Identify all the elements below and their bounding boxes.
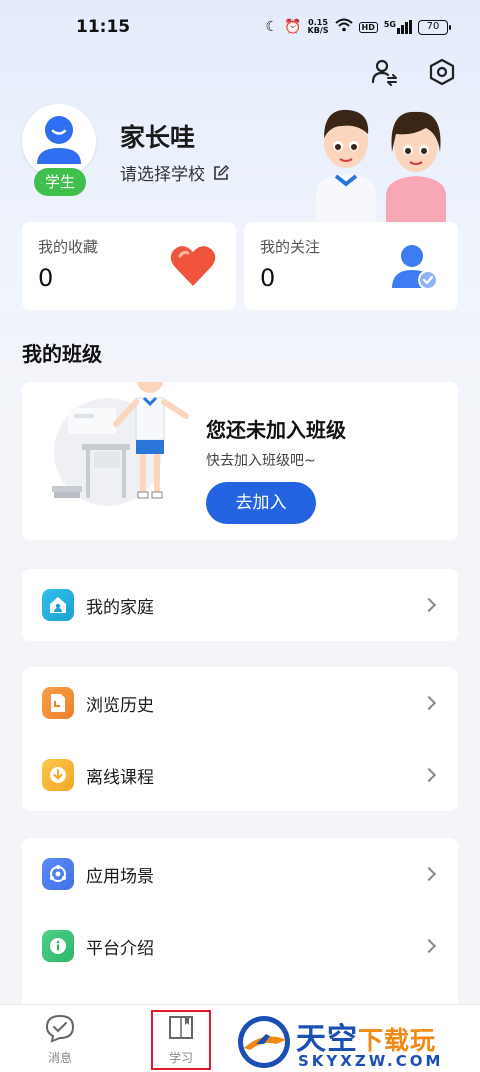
user-name: 家长哇: [120, 123, 196, 152]
menu-label-platform: 平台介绍: [86, 938, 154, 959]
wifi-icon: [334, 18, 353, 36]
chevron-right-icon: [421, 866, 437, 882]
favorites-card[interactable]: 我的收藏 0: [22, 222, 236, 310]
follows-label: 我的关注: [260, 238, 321, 256]
user-avatar-icon: [37, 116, 81, 164]
class-empty-subtitle: 快去加入班级吧~: [206, 453, 316, 469]
watermark-domain: SKYXZW.COM: [298, 1052, 444, 1070]
signal-icon: 5G: [384, 20, 412, 34]
alarm-icon: ⏰: [284, 19, 302, 35]
menu-group-history: 浏览历史 离线课程: [22, 667, 458, 811]
my-class-heading: 我的班级: [22, 342, 102, 366]
switch-account-button[interactable]: [368, 56, 400, 88]
status-icons: ☾ ⏰ 0.15 KB/S HD 5G 70: [265, 18, 451, 36]
home-icon: [42, 589, 74, 621]
menu-label-history: 浏览历史: [86, 695, 154, 716]
menu-item-offline[interactable]: 离线课程: [22, 739, 458, 811]
class-empty-title: 您还未加入班级: [206, 418, 346, 442]
moon-icon: ☾: [265, 19, 279, 35]
heart-icon: [170, 246, 216, 286]
signal-label: 5G: [383, 20, 396, 29]
menu-group-apps: 应用场景 平台介绍: [22, 838, 458, 1008]
net-speed: 0.15 KB/S: [308, 19, 329, 35]
settings-hexagon-icon: [429, 58, 455, 86]
select-school-link[interactable]: 请选择学校: [120, 160, 229, 185]
nav-tab-messages[interactable]: 消息: [30, 1013, 90, 1066]
follows-card[interactable]: 我的关注 0: [244, 222, 458, 310]
airplane-logo-icon: [238, 1016, 290, 1068]
chevron-right-icon: [421, 767, 437, 783]
favorites-label: 我的收藏: [38, 238, 99, 256]
chevron-right-icon: [421, 938, 437, 954]
school-prompt: 请选择学校: [120, 165, 205, 185]
kids-illustration: [316, 109, 446, 226]
menu-label-offline: 离线课程: [86, 767, 154, 788]
menu-item-family[interactable]: 我的家庭: [22, 569, 458, 641]
menu-item-scenes[interactable]: 应用场景: [22, 838, 458, 910]
my-class-card: 您还未加入班级 快去加入班级吧~ 去加入: [22, 382, 458, 540]
scenes-icon: [42, 858, 74, 890]
user-follow-icon: [392, 245, 438, 290]
download-icon: [42, 759, 74, 791]
net-speed-unit: KB/S: [307, 26, 329, 35]
settings-button[interactable]: [426, 56, 458, 88]
battery-icon: 70: [418, 19, 451, 35]
hd-badge: HD: [358, 21, 378, 33]
status-time: 11:15: [76, 17, 131, 37]
info-icon: [42, 930, 74, 962]
status-bar: 11:15 ☾ ⏰ 0.15 KB/S HD 5G 70: [0, 0, 480, 50]
user-switch-icon: [371, 59, 397, 86]
chevron-right-icon: [421, 597, 437, 613]
favorites-count: 0: [38, 264, 54, 292]
watermark-title-orange: 下载玩: [358, 1026, 437, 1055]
history-document-icon: [42, 687, 74, 719]
join-class-button[interactable]: 去加入: [206, 482, 316, 524]
class-illustration: [52, 382, 189, 506]
study-tab-highlight: [151, 1010, 211, 1070]
menu-item-platform[interactable]: 平台介绍: [22, 910, 458, 982]
edit-icon: [214, 164, 229, 180]
nav-label-messages: 消息: [47, 1051, 72, 1065]
site-watermark: 天空下载玩 SKYXZW.COM: [232, 1012, 480, 1072]
menu-label-scenes: 应用场景: [86, 866, 154, 887]
follows-count: 0: [260, 264, 276, 292]
chevron-right-icon: [421, 695, 437, 711]
avatar[interactable]: [22, 104, 96, 178]
menu-label-family: 我的家庭: [86, 597, 154, 618]
menu-item-history[interactable]: 浏览历史: [22, 667, 458, 739]
menu-group-family: 我的家庭: [22, 569, 458, 641]
message-check-icon: [45, 1014, 75, 1043]
role-badge: 学生: [34, 168, 86, 196]
